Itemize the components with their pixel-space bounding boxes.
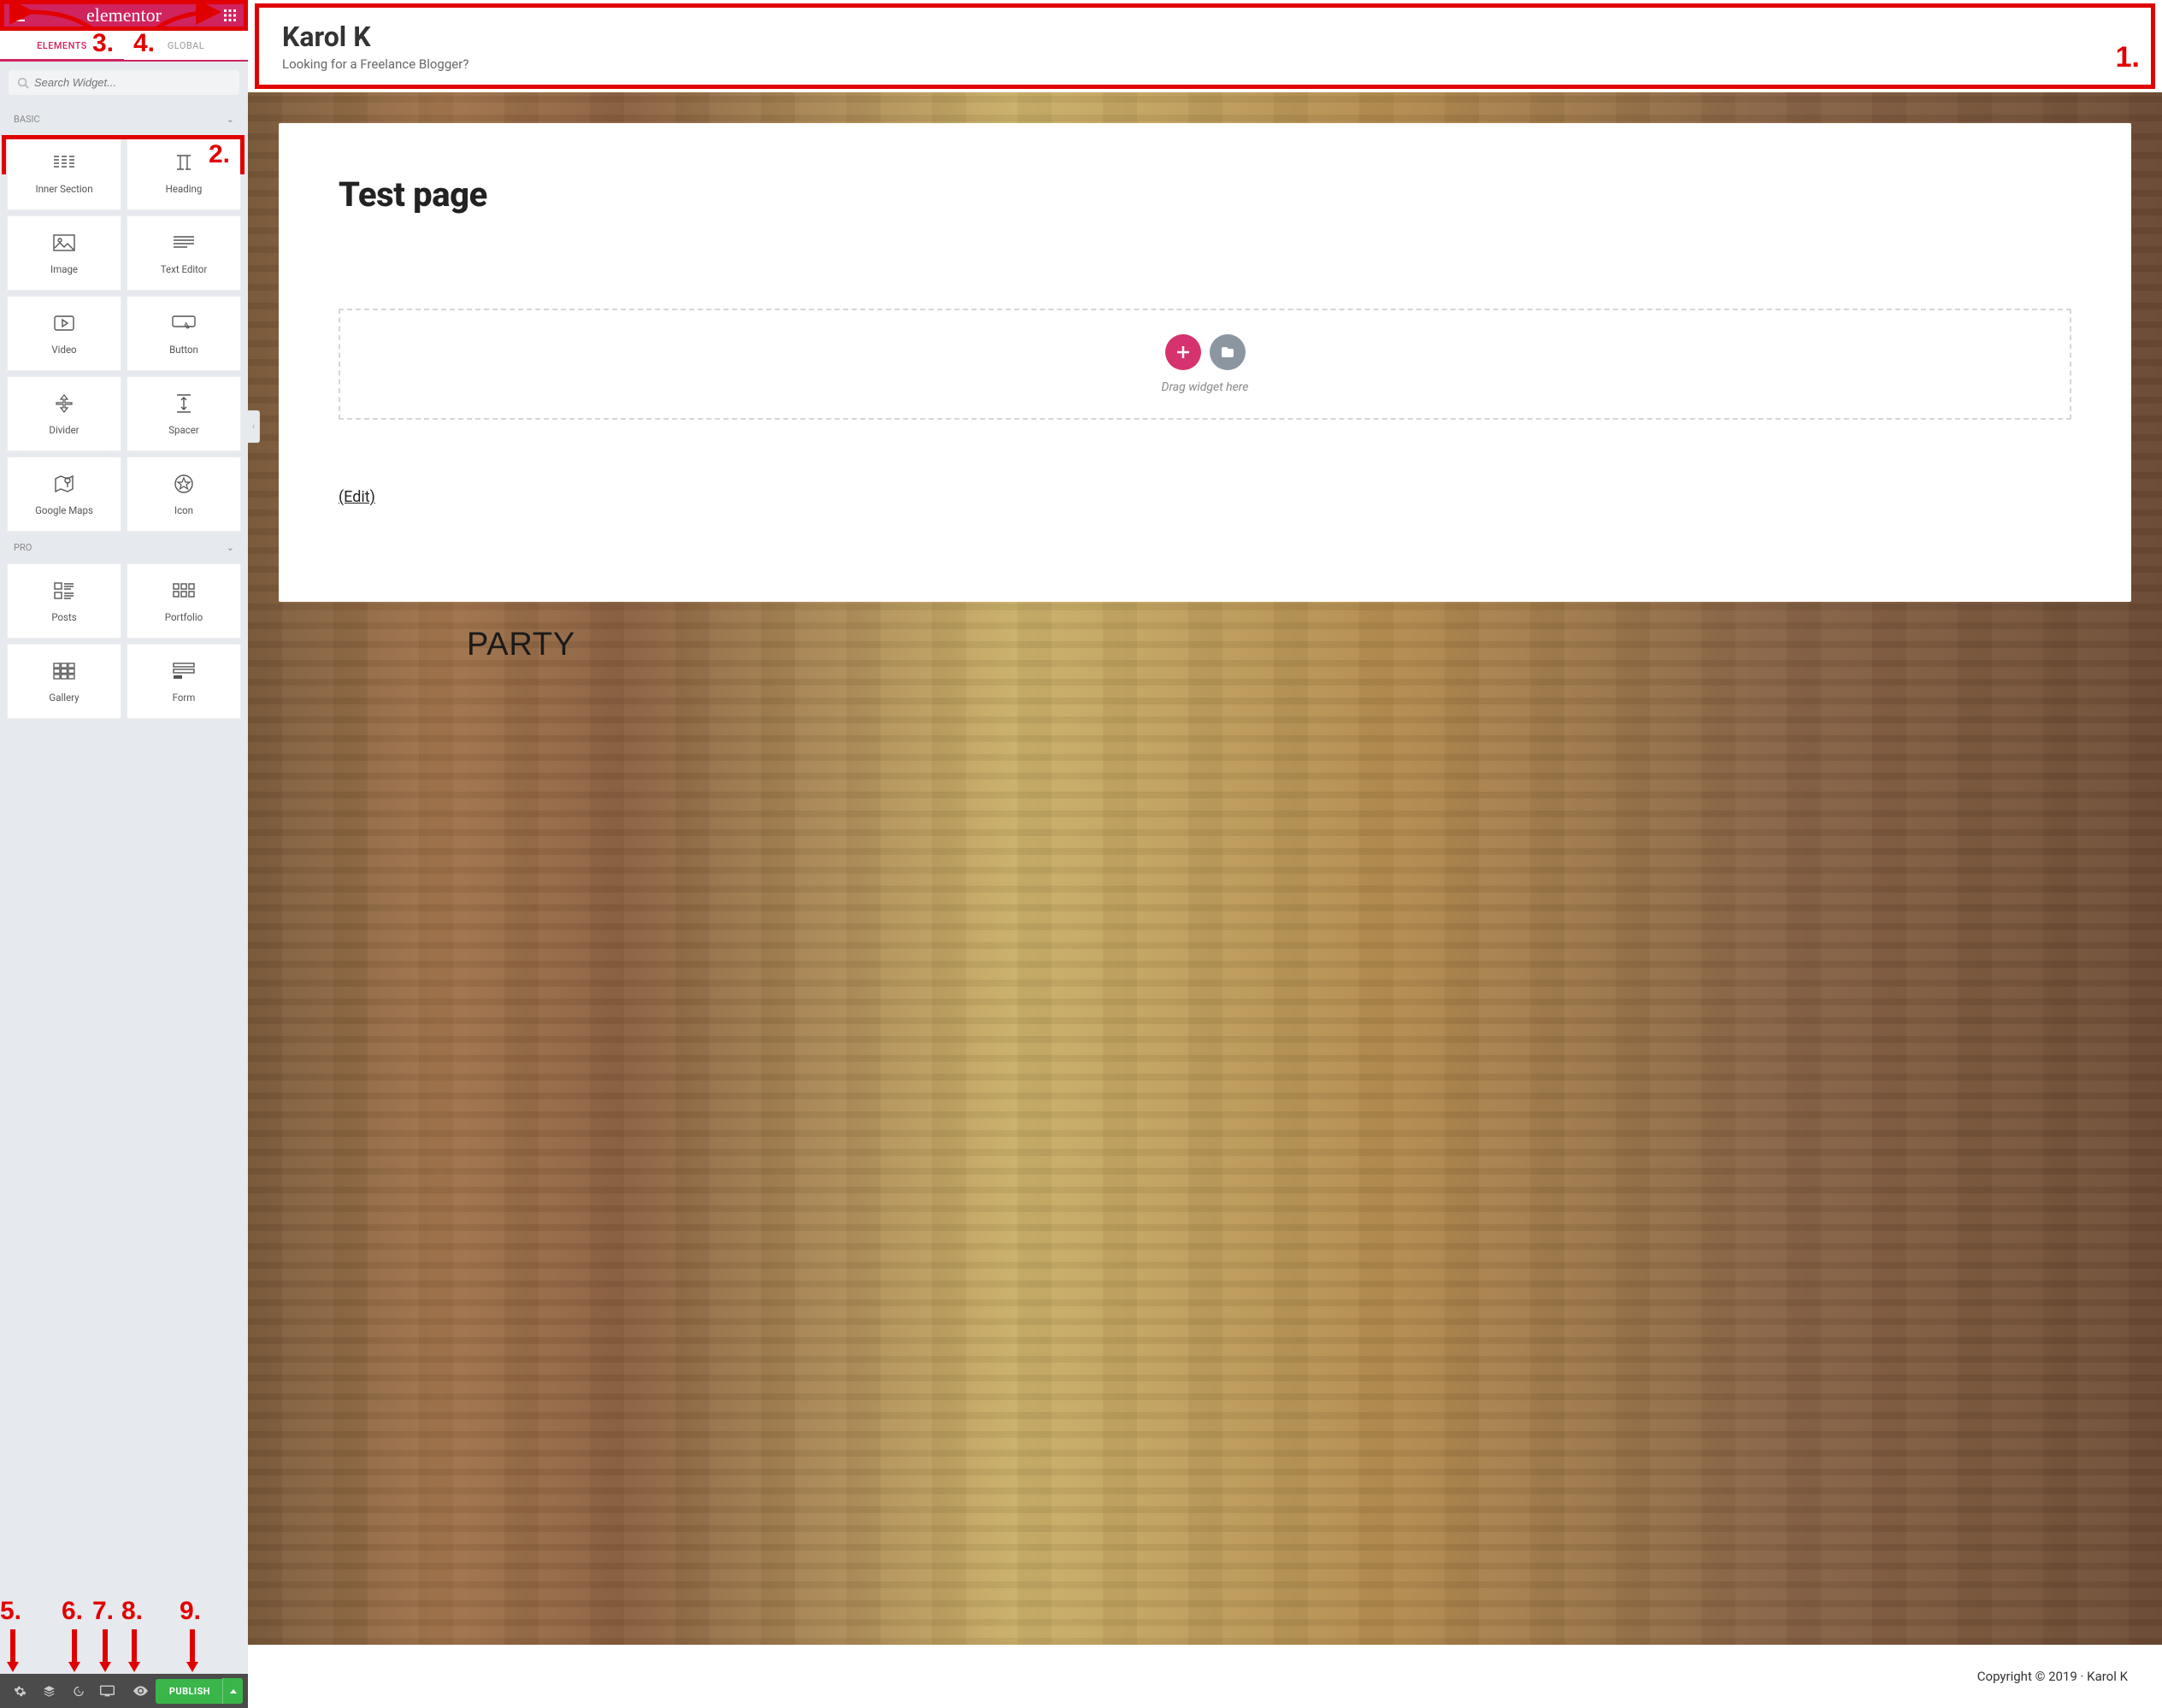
widget-label: Google Maps	[35, 504, 93, 516]
divider-icon	[55, 392, 74, 415]
form-icon	[173, 659, 195, 683]
copyright-text: Copyright © 2019 · Karol K	[1977, 1669, 2128, 1684]
hamburger-menu-icon[interactable]	[10, 8, 26, 23]
drop-widget-area[interactable]: Drag widget here	[339, 309, 2071, 420]
add-template-button[interactable]	[1210, 334, 1246, 370]
settings-icon[interactable]	[5, 1674, 34, 1708]
page-title[interactable]: Test page	[339, 174, 2071, 215]
widget-inner-section[interactable]: Inner Section	[7, 135, 121, 210]
page-background: Test page Drag widget here (Edit) PARTY	[248, 92, 2162, 1645]
publish-button[interactable]: PUBLISH	[156, 1679, 224, 1704]
posts-icon	[54, 579, 74, 603]
widget-label: Inner Section	[35, 183, 92, 195]
sidebar-footer: PUBLISH	[0, 1674, 248, 1708]
gallery-icon	[54, 659, 74, 683]
search-widget-input[interactable]	[34, 76, 231, 89]
chevron-down-icon: ⌄	[227, 542, 234, 553]
columns-icon	[53, 150, 75, 174]
widget-google-maps[interactable]: Google Maps	[7, 456, 121, 532]
spacer-icon	[175, 392, 192, 415]
category-pro[interactable]: PRO ⌄	[7, 532, 241, 563]
party-text: PARTY	[467, 627, 575, 663]
button-icon	[172, 311, 196, 335]
responsive-icon[interactable]	[92, 1674, 121, 1708]
site-footer: Copyright © 2019 · Karol K	[248, 1645, 2162, 1708]
video-icon	[54, 311, 74, 335]
navigator-icon[interactable]	[34, 1674, 63, 1708]
tab-global[interactable]: GLOBAL	[124, 31, 248, 60]
publish-options-caret[interactable]	[222, 1678, 243, 1704]
sidebar-tabs: ELEMENTS GLOBAL	[0, 31, 248, 62]
widget-button[interactable]: Button	[127, 296, 241, 371]
apps-grid-icon[interactable]	[222, 8, 238, 23]
category-basic-label: BASIC	[14, 114, 40, 125]
widget-form[interactable]: Form	[127, 644, 241, 719]
star-icon	[174, 472, 194, 496]
category-basic[interactable]: BASIC ⌄	[7, 103, 241, 135]
elementor-logo: elementor	[86, 4, 162, 27]
preview-canvas: ‹ Karol K Looking for a Freelance Blogge…	[248, 0, 2162, 1708]
widget-portfolio[interactable]: Portfolio	[127, 563, 241, 639]
maps-icon	[54, 472, 74, 496]
category-pro-label: PRO	[14, 542, 32, 553]
edit-link[interactable]: (Edit)	[339, 488, 375, 506]
widget-label: Gallery	[49, 692, 79, 704]
widget-heading[interactable]: Heading	[127, 135, 241, 210]
image-icon	[53, 231, 75, 255]
sidebar-header: elementor	[0, 0, 248, 31]
widget-label: Icon	[174, 504, 193, 516]
widget-label: Video	[51, 344, 76, 356]
widgets-scroll-area[interactable]: BASIC ⌄ Inner Section Heading Image Text Ed…	[0, 103, 248, 1674]
widget-label: Button	[169, 344, 198, 356]
preview-icon[interactable]	[127, 1674, 156, 1708]
portfolio-icon	[174, 579, 194, 603]
texteditor-icon	[174, 231, 194, 255]
elementor-sidebar: elementor ELEMENTS GLOBAL BASIC ⌄ Inner …	[0, 0, 248, 1708]
widget-label: Form	[173, 692, 196, 704]
widget-label: Image	[50, 263, 78, 275]
site-header-area: Karol K Looking for a Freelance Blogger?	[248, 0, 2162, 92]
tab-elements[interactable]: ELEMENTS	[0, 31, 124, 60]
widget-label: Portfolio	[165, 611, 203, 623]
widget-text-editor[interactable]: Text Editor	[127, 215, 241, 291]
widget-divider[interactable]: Divider	[7, 376, 121, 451]
widget-label: Posts	[51, 611, 76, 623]
widget-gallery[interactable]: Gallery	[7, 644, 121, 719]
add-section-button[interactable]	[1165, 334, 1201, 370]
widget-label: Divider	[49, 424, 79, 436]
widget-icon[interactable]: Icon	[127, 456, 241, 532]
site-title[interactable]: Karol K	[282, 21, 2128, 53]
panel-collapse-icon[interactable]: ‹	[248, 410, 260, 443]
widget-image[interactable]: Image	[7, 215, 121, 291]
site-tagline: Looking for a Freelance Blogger?	[282, 56, 2128, 72]
drop-hint-text: Drag widget here	[1162, 380, 1249, 394]
widget-spacer[interactable]: Spacer	[127, 376, 241, 451]
heading-icon	[172, 150, 196, 174]
history-icon[interactable]	[63, 1674, 92, 1708]
widget-posts[interactable]: Posts	[7, 563, 121, 639]
search-widget-container	[0, 62, 248, 103]
widget-label: Text Editor	[161, 263, 208, 275]
widget-video[interactable]: Video	[7, 296, 121, 371]
content-card: Test page Drag widget here (Edit)	[279, 123, 2131, 602]
chevron-down-icon: ⌄	[227, 114, 234, 125]
widget-label: Heading	[166, 183, 203, 195]
widget-label: Spacer	[168, 424, 199, 436]
